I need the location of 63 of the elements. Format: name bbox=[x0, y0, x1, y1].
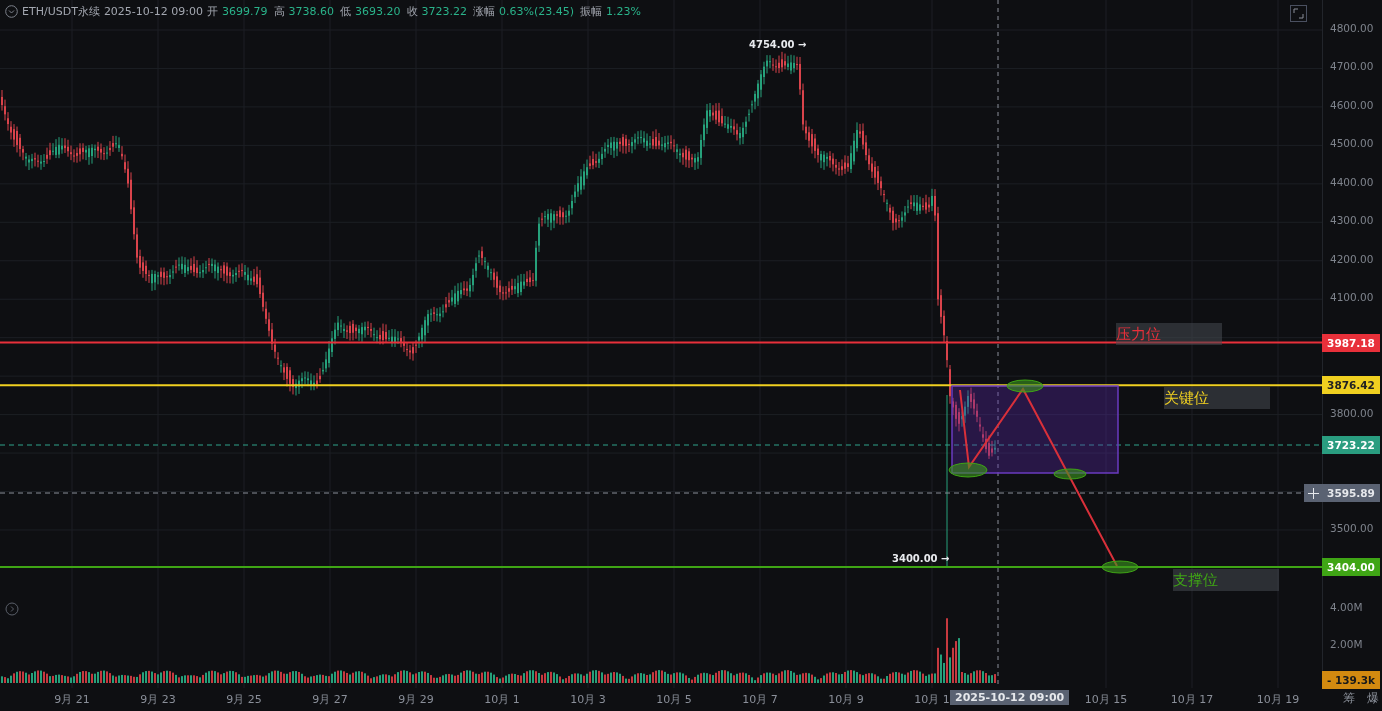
price-tick: 4600.00 bbox=[1330, 98, 1374, 111]
symbol-name: ETH/USDT永续 bbox=[22, 4, 100, 19]
field-label: 收 bbox=[406, 4, 418, 19]
collapse-icon[interactable] bbox=[5, 5, 18, 18]
price-tick: 4200.00 bbox=[1330, 252, 1374, 265]
target-ellipse bbox=[1006, 379, 1044, 393]
field-value: 3738.60 bbox=[288, 5, 334, 18]
field-value: 1.23% bbox=[606, 5, 641, 18]
crosshair-time-tag: 2025-10-12 09:00 bbox=[950, 690, 1070, 705]
date-label: 10月 1 bbox=[914, 692, 950, 707]
level-label: 支撑位 bbox=[1173, 569, 1279, 591]
target-ellipse bbox=[1101, 560, 1139, 574]
target-ellipse bbox=[948, 462, 988, 478]
field-value: 3699.79 bbox=[222, 5, 268, 18]
date-label: 9月 27 bbox=[312, 692, 348, 707]
field-label: 开 bbox=[207, 4, 218, 19]
date-label: 10月 5 bbox=[656, 692, 692, 707]
fullscreen-icon[interactable] bbox=[1290, 5, 1307, 22]
low-price-marker: 3400.00 → bbox=[892, 553, 950, 564]
volume-tick: 2.00M bbox=[1330, 638, 1363, 650]
target-ellipse bbox=[1053, 468, 1087, 480]
price-tick: 3800.00 bbox=[1330, 406, 1374, 419]
plus-icon bbox=[1307, 487, 1319, 499]
candle-time: 2025-10-12 09:00 bbox=[103, 5, 203, 18]
date-label: 9月 25 bbox=[226, 692, 262, 707]
price-tick: 4100.00 bbox=[1330, 291, 1374, 304]
date-label: 10月 17 bbox=[1170, 692, 1214, 707]
crosshair-price-tag: 3595.89 bbox=[1322, 484, 1380, 502]
current-price-tag: 3723.22 bbox=[1322, 436, 1380, 454]
expand-circle-icon[interactable] bbox=[5, 602, 19, 616]
date-label: 9月 29 bbox=[398, 692, 434, 707]
field-value: 3693.20 bbox=[355, 5, 401, 18]
field-value: 0.63%(23.45) bbox=[499, 5, 575, 18]
high-price-marker: 4754.00 → bbox=[749, 39, 807, 50]
date-label: 9月 21 bbox=[54, 692, 90, 707]
date-label: 10月 7 bbox=[742, 692, 778, 707]
panel-toggle-button[interactable]: 筹 bbox=[1343, 690, 1355, 707]
level-label: 关键位 bbox=[1164, 387, 1270, 409]
volume-tag: - 139.3k bbox=[1322, 671, 1380, 689]
price-tick: 4700.00 bbox=[1330, 60, 1374, 73]
panel-toggle-button[interactable]: 爆 bbox=[1367, 690, 1379, 707]
level-price-tag: 3876.42 bbox=[1322, 376, 1380, 395]
price-tick: 4500.00 bbox=[1330, 137, 1374, 150]
date-label: 10月 1 bbox=[484, 692, 520, 707]
level-price-tag: 3404.00 bbox=[1322, 557, 1380, 576]
date-label: 10月 15 bbox=[1084, 692, 1128, 707]
field-label: 涨幅 bbox=[473, 4, 495, 19]
add-button[interactable] bbox=[1304, 484, 1322, 502]
field-label: 高 bbox=[273, 4, 285, 19]
price-tick: 4300.00 bbox=[1330, 214, 1374, 227]
field-label: 低 bbox=[340, 4, 351, 19]
field-value: 3723.22 bbox=[421, 5, 467, 18]
date-label: 9月 23 bbox=[140, 692, 176, 707]
level-price-tag: 3987.18 bbox=[1322, 333, 1380, 352]
date-label: 10月 3 bbox=[570, 692, 606, 707]
price-tick: 4400.00 bbox=[1330, 175, 1374, 188]
price-tick: 4800.00 bbox=[1330, 22, 1374, 34]
field-label: 振幅 bbox=[580, 4, 603, 19]
level-label: 压力位 bbox=[1116, 323, 1222, 345]
date-label: 10月 9 bbox=[828, 692, 864, 707]
price-tick: 3500.00 bbox=[1330, 521, 1374, 534]
date-label: 10月 19 bbox=[1256, 692, 1300, 707]
volume-tick: 4.00M bbox=[1330, 601, 1363, 613]
